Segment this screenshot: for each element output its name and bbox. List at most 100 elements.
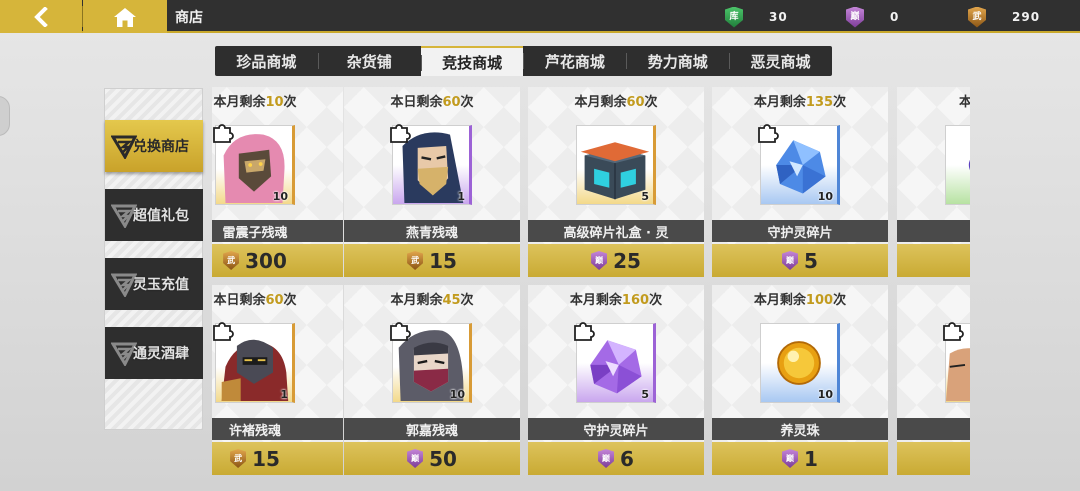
item-name: 守护灵碎片 <box>712 220 888 242</box>
shop-item-card[interactable]: 本月剩余100次 10 养灵珠 巅 1 <box>712 285 888 475</box>
purchase-limit: 本月剩余45次 <box>390 293 474 308</box>
item-name: 养灵珠 <box>712 418 888 440</box>
item-quantity: 5 <box>641 388 649 401</box>
currency-value: 290 <box>1012 10 1041 24</box>
item-quantity: 5 <box>641 190 649 203</box>
arena-currency-icon: 库 <box>725 6 743 28</box>
tab-treasure-shop[interactable]: 珍品商城 <box>215 46 318 76</box>
tab-arena-shop[interactable]: 竞技商城 <box>420 46 524 76</box>
item-price: 300 <box>245 248 287 273</box>
item-name: 燕青残魂 <box>344 220 520 242</box>
purchase-limit: 本月剩余 <box>958 95 970 110</box>
puzzle-piece-icon <box>574 322 595 341</box>
side-item-label: 兑换商店 <box>133 139 189 155</box>
shop-item-card[interactable]: 本月 秦 库 <box>897 285 970 475</box>
tab-general-store[interactable]: 杂货铺 <box>317 46 421 76</box>
shop-item-card[interactable]: 本月剩余10次 10 雷震子残魂 武 300 <box>212 87 343 277</box>
currency-value: 0 <box>890 10 900 24</box>
side-item-jade-recharge[interactable]: 灵玉充值 <box>105 258 203 310</box>
shop-item-card[interactable]: 本月剩余135次 10 守护灵碎片 巅 5 <box>712 87 888 277</box>
item-price: 50 <box>429 446 457 471</box>
item-price: 1 <box>804 446 818 471</box>
buy-button[interactable]: 武 15 <box>344 244 520 277</box>
buy-button[interactable]: 巅 1 <box>712 442 888 475</box>
item-name: 秦 <box>897 418 970 440</box>
buy-button[interactable]: 巅 50 <box>344 442 520 475</box>
peak-currency-icon: 巅 <box>846 6 864 28</box>
item-price: 6 <box>620 446 634 471</box>
item-price: 25 <box>613 248 641 273</box>
item-name: 许褚残魂 <box>212 418 343 440</box>
shop-tabs: 珍品商城 杂货铺 竞技商城 芦花商城 势力商城 恶灵商城 <box>215 46 832 76</box>
buy-button[interactable]: 巅 25 <box>528 244 704 277</box>
purchase-limit: 本月 <box>897 289 970 308</box>
buy-button[interactable]: 库 <box>897 442 970 475</box>
currency-counter-2: 巅 0 <box>846 6 899 28</box>
buy-button[interactable]: 武 300 <box>212 244 343 277</box>
purchase-limit: 本月剩余100次 <box>753 293 847 308</box>
purchase-limit: 本月剩余60次 <box>574 95 658 110</box>
shop-item-card[interactable]: 本月剩余160次 5 守护灵碎片 巅 6 <box>528 285 704 475</box>
home-icon <box>114 7 136 27</box>
shop-item-card[interactable]: 本日剩余60次 1 许褚残魂 武 15 <box>212 285 343 475</box>
side-menu: 兑换商店 超值礼包 灵玉充值 通灵酒肆 <box>104 88 203 430</box>
item-quantity: 1 <box>457 190 465 203</box>
chevron-left-icon <box>34 6 48 27</box>
item-icon-frame: 5 <box>576 125 656 205</box>
item-quantity: 10 <box>449 388 465 401</box>
item-quantity: 1 <box>280 388 288 401</box>
peak-currency-icon: 巅 <box>782 251 799 270</box>
buy-button[interactable] <box>897 244 970 277</box>
back-button[interactable] <box>0 0 82 33</box>
puzzle-piece-icon <box>943 322 964 341</box>
peak-currency-icon: 巅 <box>591 251 608 270</box>
puzzle-piece-icon <box>758 124 779 143</box>
side-handle[interactable] <box>0 96 10 136</box>
martial-currency-icon: 武 <box>230 449 247 468</box>
tab-evil-spirit-shop[interactable]: 恶灵商城 <box>729 46 832 76</box>
side-item-label: 通灵酒肆 <box>133 346 189 362</box>
side-item-label: 灵玉充值 <box>133 277 189 293</box>
shop-item-card[interactable]: 本日剩余60次 1 燕青残魂 武 15 <box>344 87 520 277</box>
buy-button[interactable]: 巅 6 <box>528 442 704 475</box>
buy-button[interactable]: 武 15 <box>212 442 343 475</box>
purchase-limit: 本月剩余10次 <box>213 95 297 110</box>
side-item-value-packs[interactable]: 超值礼包 <box>105 189 203 241</box>
currency-counter-1: 库 30 <box>725 6 788 28</box>
shop-item-card[interactable]: 本月剩余60次 5 高级碎片礼盒 · 灵 巅 25 <box>528 87 704 277</box>
item-price: 5 <box>804 248 818 273</box>
buy-button[interactable]: 巅 5 <box>712 244 888 277</box>
item-icon-frame: 10 <box>760 323 840 403</box>
item-price: 15 <box>252 446 280 471</box>
tab-faction-shop[interactable]: 势力商城 <box>626 46 729 76</box>
home-button[interactable] <box>83 0 167 33</box>
peak-currency-icon: 巅 <box>782 449 799 468</box>
puzzle-piece-icon <box>213 124 234 143</box>
item-quantity: 10 <box>817 190 833 203</box>
top-bar: 商店 库 30 巅 0 武 290 <box>0 0 1080 33</box>
side-item-spirit-tavern[interactable]: 通灵酒肆 <box>105 327 203 379</box>
item-icon-frame <box>945 125 970 205</box>
item-name: 雷震子残魂 <box>212 220 343 242</box>
puzzle-piece-icon <box>213 322 234 341</box>
shop-item-card[interactable]: 本月剩余 <box>897 87 970 277</box>
side-item-exchange-shop[interactable]: 兑换商店 <box>105 120 203 172</box>
peak-currency-icon: 巅 <box>407 449 424 468</box>
shop-grid: 本月剩余10次 10 雷震子残魂 武 300 本日剩余60次 1 燕青残魂 武 … <box>212 87 970 475</box>
item-name: 高级碎片礼盒 · 灵 <box>528 220 704 242</box>
purchase-limit: 本月剩余160次 <box>569 293 663 308</box>
page-title: 商店 <box>175 10 203 26</box>
martial-currency-icon: 武 <box>968 6 986 28</box>
purchase-limit: 本日剩余60次 <box>390 95 474 110</box>
item-price: 15 <box>429 248 457 273</box>
item-quantity: 10 <box>272 190 288 203</box>
item-name <box>897 220 970 242</box>
purchase-limit: 本月剩余135次 <box>753 95 847 110</box>
puzzle-piece-icon <box>390 322 411 341</box>
shop-item-card[interactable]: 本月剩余45次 10 郭嘉残魂 巅 50 <box>344 285 520 475</box>
currency-counter-3: 武 290 <box>968 6 1040 28</box>
tab-reed-shop[interactable]: 芦花商城 <box>523 46 626 76</box>
orb-partial-icon <box>968 159 970 171</box>
currency-value: 30 <box>769 10 788 24</box>
item-name: 郭嘉残魂 <box>344 418 520 440</box>
